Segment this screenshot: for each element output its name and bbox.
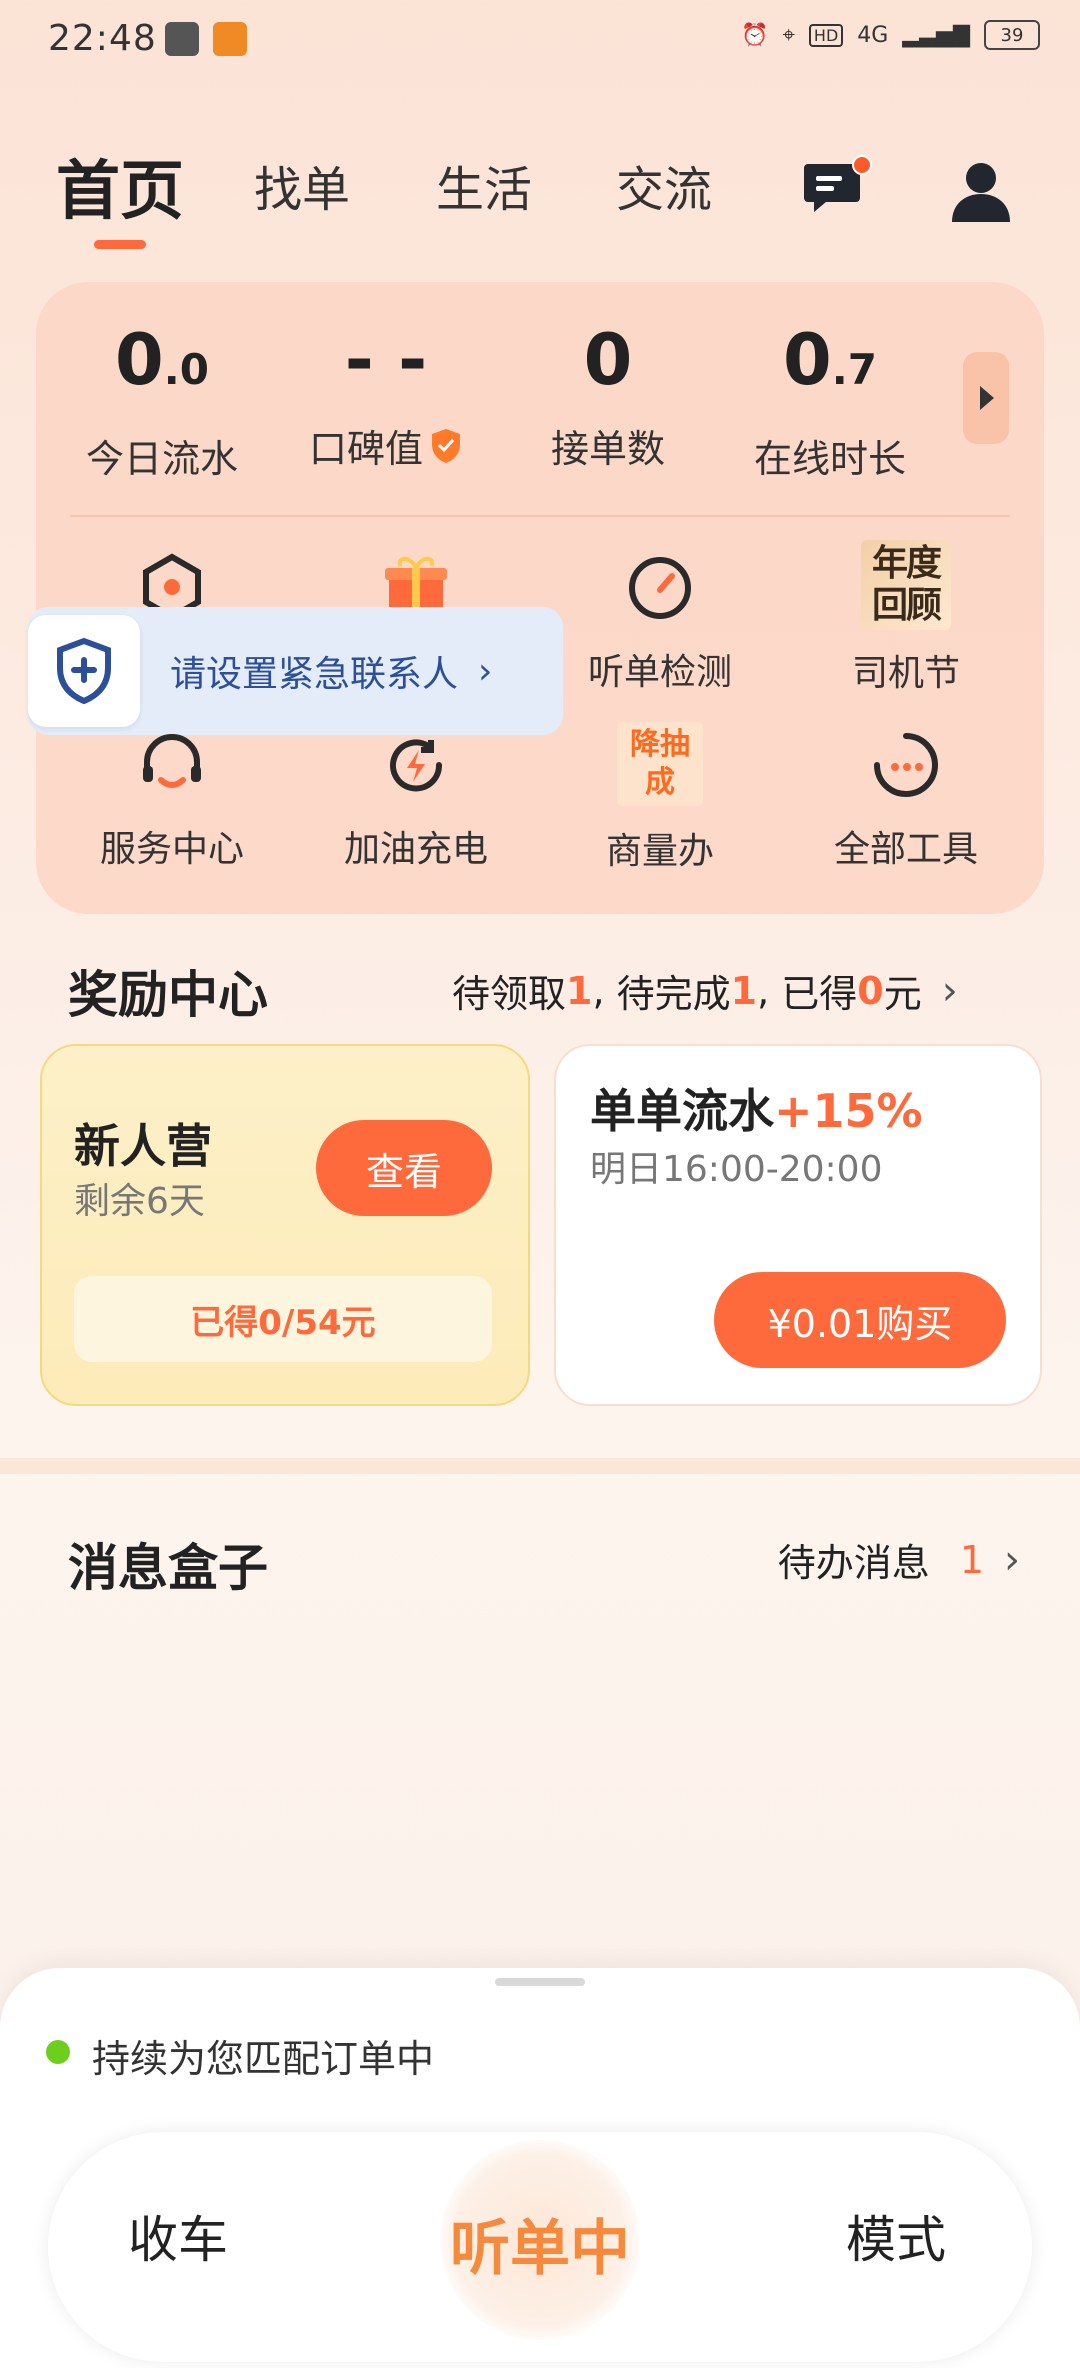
alarm-icon: ⏰ (741, 22, 769, 48)
location-icon: ⌖ (782, 22, 795, 48)
verified-shield-icon (432, 428, 460, 463)
newcomer-camp-title: 新人营 (74, 1119, 212, 1173)
headset-icon (143, 734, 201, 788)
tool-order-check[interactable]: 听单检测 (540, 553, 780, 695)
tab-find-orders[interactable]: 找单 (254, 150, 350, 220)
pending-messages-link[interactable]: 待办消息 1 › (778, 1532, 1020, 1587)
reward-summary[interactable]: 待领取 1, 待完成 1, 已得 0 元 › (452, 963, 958, 1018)
reward-center-title: 奖励中心 (68, 966, 268, 1024)
app-notification-icon (165, 22, 199, 56)
status-time: 22:48 (48, 18, 157, 59)
tab-community[interactable]: 交流 (616, 150, 712, 220)
stat-reputation[interactable]: - - 口碑值 (276, 320, 496, 473)
stat-online-time[interactable]: 0.7 在线时长 (720, 320, 940, 483)
status-right: ⏰ ⌖ HD 4G ▂▃▅▇ 39 (741, 20, 1040, 50)
chevron-right-icon: › (1004, 1536, 1020, 1583)
more-icon (874, 733, 938, 797)
gauge-icon (629, 557, 691, 619)
tool-discuss[interactable]: 降抽成 商量办 (540, 722, 780, 874)
mode-button[interactable]: 模式 (846, 2200, 946, 2272)
newcomer-camp-remaining: 剩余6天 (74, 1181, 205, 1222)
divider (70, 515, 1010, 517)
annual-review-badge: 年度回顾 (861, 540, 951, 630)
signal-icon: ▂▃▅▇ (902, 22, 970, 48)
buy-button[interactable]: ¥0.01购买 (714, 1272, 1006, 1368)
unread-dot (852, 155, 872, 175)
chevron-right-icon: › (941, 967, 958, 1014)
triangle-right-icon (980, 386, 994, 410)
status-dot (46, 2040, 70, 2064)
matching-status-text: 持续为您匹配订单中 (92, 2037, 435, 2081)
tool-fuel-charging[interactable]: 加油充电 (296, 730, 536, 872)
reduce-commission-badge: 降抽成 (617, 722, 703, 806)
stats-more-button[interactable] (963, 352, 1009, 444)
listening-button[interactable]: 听单中 (440, 2200, 640, 2287)
per-order-bonus-title: 单单流水+15% (590, 1084, 923, 1138)
charging-icon (390, 739, 443, 792)
newcomer-earned-progress: 已得0/54元 (74, 1276, 492, 1362)
stat-today-income[interactable]: 0.0 今日流水 (52, 320, 272, 483)
view-button[interactable]: 查看 (316, 1120, 492, 1216)
per-order-bonus-time: 明日16:00-20:00 (590, 1149, 883, 1190)
tool-all-tools[interactable]: 全部工具 (786, 730, 1026, 872)
status-notification-icons (165, 22, 247, 56)
stop-work-button[interactable]: 收车 (128, 2200, 228, 2272)
emergency-contact-text: 请设置紧急联系人 (170, 654, 459, 695)
user-icon[interactable] (950, 160, 1012, 222)
emergency-contact-banner[interactable]: 请设置紧急联系人 › (28, 607, 563, 735)
tool-driver-festival[interactable]: 年度回顾 司机节 (786, 540, 1026, 696)
hd-icon: HD (808, 23, 844, 47)
message-box-title: 消息盒子 (68, 1539, 268, 1597)
battery-icon: 39 (984, 20, 1040, 50)
chevron-right-icon: › (478, 650, 493, 692)
active-tab-indicator (94, 240, 146, 249)
tool-service-center[interactable]: 服务中心 (52, 730, 292, 872)
section-divider (0, 1458, 1080, 1474)
tab-home[interactable]: 首页 (56, 140, 184, 232)
shield-plus-icon (57, 638, 111, 704)
sheet-drag-handle[interactable] (495, 1978, 585, 1986)
stat-order-count[interactable]: 0 接单数 (498, 320, 718, 473)
network-label: 4G (857, 22, 889, 48)
app-notification-icon (213, 22, 247, 56)
tab-life[interactable]: 生活 (436, 150, 532, 220)
